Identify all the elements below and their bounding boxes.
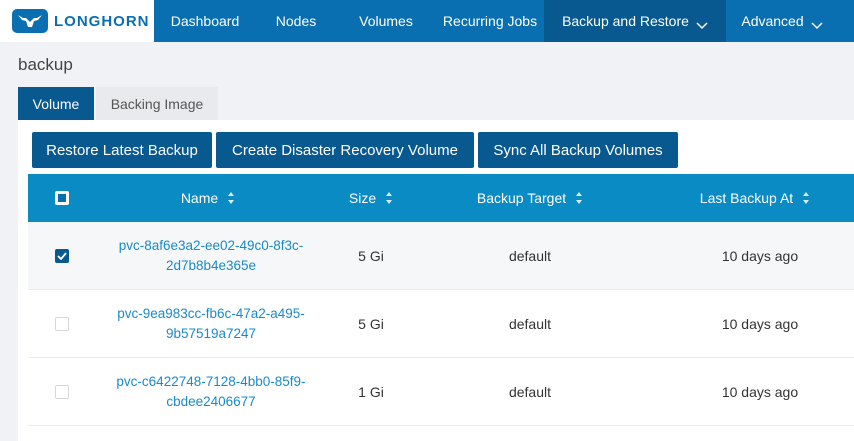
table-header: Name Size Backup Target Last Backup At (28, 174, 854, 222)
nav-nodes[interactable]: Nodes (256, 0, 336, 42)
size-cell: 1 Gi (358, 383, 384, 400)
volume-name-line: pvc-9ea983cc-fb6c-47a2-a495- (117, 305, 305, 321)
size-cell: 5 Gi (358, 247, 384, 264)
size-cell: 5 Gi (358, 315, 384, 332)
column-header-backup-target[interactable]: Backup Target (448, 174, 612, 222)
volume-name-link[interactable]: pvc-9ea983cc-fb6c-47a2-a495- 9b57519a724… (117, 304, 305, 344)
column-header-name-label: Name (180, 190, 219, 206)
nav-advanced-label: Advanced (741, 13, 804, 29)
restore-latest-backup-button[interactable]: Restore Latest Backup (32, 132, 212, 168)
volume-name-line: 2d7b8b4e365e (165, 257, 257, 273)
row-checkbox[interactable] (52, 358, 72, 425)
chevron-down-icon (811, 17, 823, 30)
column-header-last-backup-label: Last Backup At (699, 190, 794, 206)
backup-target-cell: default (508, 315, 552, 332)
last-backup-cell: 10 days ago (721, 383, 799, 400)
nav-backup-and-restore-label: Backup and Restore (562, 13, 689, 29)
sort-icon (576, 192, 583, 204)
volume-name-line: cbdee2406677 (166, 393, 256, 409)
table-row[interactable]: pvc-c6422748-7128-4bb0-85f9- cbdee240667… (28, 358, 854, 426)
backup-target-cell: default (508, 383, 552, 400)
volume-name-link[interactable]: pvc-8af6e3a2-ee02-49c0-8f3c- 2d7b8b4e365… (119, 236, 304, 276)
volume-name-line: pvc-c6422748-7128-4bb0-85f9- (116, 373, 306, 389)
backup-target-cell: default (508, 247, 552, 264)
nav-volumes[interactable]: Volumes (336, 0, 436, 42)
nav-backup-and-restore[interactable]: Backup and Restore (544, 0, 726, 42)
tab-backing-image[interactable]: Backing Image (96, 87, 218, 120)
volume-name-link[interactable]: pvc-c6422748-7128-4bb0-85f9- cbdee240667… (116, 372, 305, 412)
row-checkbox[interactable] (52, 222, 72, 289)
tab-volume[interactable]: Volume (18, 87, 94, 120)
nav-recurring-jobs[interactable]: Recurring Jobs (436, 0, 544, 42)
top-navigation-bar: LONGHORN Dashboard Nodes Volumes Recurri… (0, 0, 854, 42)
table-row[interactable]: pvc-8af6e3a2-ee02-49c0-8f3c- 2d7b8b4e365… (28, 222, 854, 290)
sort-icon (228, 192, 235, 204)
row-checkbox[interactable] (52, 290, 72, 357)
last-backup-cell: 10 days ago (721, 315, 799, 332)
backup-tabs: Volume Backing Image (18, 87, 218, 120)
volume-name-cell: pvc-9ea983cc-fb6c-47a2-a495- 9b57519a724… (98, 290, 324, 357)
column-header-size-label: Size (348, 190, 377, 206)
checked-checkbox-icon (55, 248, 69, 263)
chevron-down-icon (696, 17, 708, 30)
checkbox-icon (55, 316, 69, 331)
longhorn-logo-icon (12, 9, 48, 33)
nav-advanced[interactable]: Advanced (726, 0, 838, 42)
brand-logo[interactable]: LONGHORN (0, 0, 154, 42)
volume-name-cell: pvc-8af6e3a2-ee02-49c0-8f3c- 2d7b8b4e365… (98, 222, 324, 289)
volume-name-cell: pvc-c6422748-7128-4bb0-85f9- cbdee240667… (98, 358, 324, 425)
sync-all-backup-volumes-button[interactable]: Sync All Backup Volumes (478, 132, 678, 168)
nav-dashboard[interactable]: Dashboard (154, 0, 256, 42)
select-all-checkbox[interactable] (52, 174, 72, 222)
column-header-size[interactable]: Size (328, 174, 414, 222)
brand-name: LONGHORN (54, 12, 150, 30)
volume-name-line: pvc-8af6e3a2-ee02-49c0-8f3c- (118, 237, 304, 253)
create-disaster-recovery-volume-button[interactable]: Create Disaster Recovery Volume (216, 132, 474, 168)
volume-name-line: 9b57519a7247 (165, 325, 257, 341)
last-backup-cell: 10 days ago (721, 247, 799, 264)
sort-icon (803, 192, 810, 204)
column-header-backup-target-label: Backup Target (476, 190, 567, 206)
column-header-name[interactable]: Name (158, 174, 258, 222)
table-row[interactable]: pvc-9ea983cc-fb6c-47a2-a495- 9b57519a724… (28, 290, 854, 358)
sort-icon (386, 192, 393, 204)
column-header-last-backup-at[interactable]: Last Backup At (680, 174, 830, 222)
page-title: backup (18, 55, 73, 74)
checkbox-icon (55, 384, 69, 399)
indeterminate-checkbox-icon (55, 191, 69, 205)
